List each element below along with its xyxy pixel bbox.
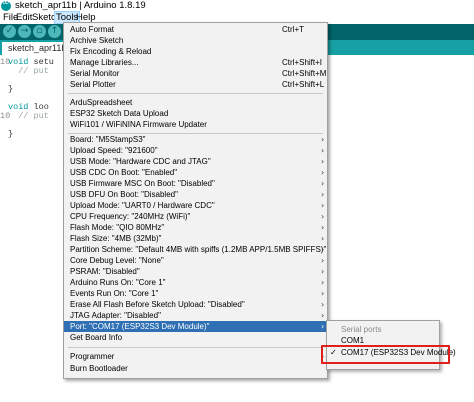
menu-item-serial-monitor[interactable]: Serial Monitor Ctrl+Shift+M bbox=[64, 68, 327, 79]
chevron-right-icon: › bbox=[321, 267, 325, 276]
chevron-right-icon: › bbox=[321, 289, 325, 298]
menu-item-port[interactable]: Port: "COM17 (ESP32S3 Dev Module)" › bbox=[64, 321, 327, 332]
menu-item-upload-speed[interactable]: Upload Speed: "921600" › bbox=[64, 145, 327, 156]
chevron-right-icon: › bbox=[321, 256, 325, 265]
menu-item-flash-size[interactable]: Flash Size: "4MB (32Mb)" › bbox=[64, 233, 327, 244]
new-file-icon: ▫ bbox=[36, 26, 43, 36]
code-text: } bbox=[8, 129, 14, 139]
menu-item-programmer[interactable]: Programmer › bbox=[64, 351, 327, 362]
menu-item-usb-dfu-on-boot[interactable]: USB DFU On Boot: "Disabled" › bbox=[64, 189, 327, 200]
check-icon: ✓ bbox=[5, 26, 14, 36]
window-title: sketch_apr11b | Arduino 1.8.19 bbox=[15, 0, 146, 11]
title-bar: sketch_apr11b | Arduino 1.8.19 bbox=[0, 0, 474, 12]
menu-item-serial-plotter[interactable]: Serial Plotter Ctrl+Shift+L bbox=[64, 79, 327, 90]
tools-menu: Auto Format Ctrl+T Archive Sketch Fix Enc… bbox=[63, 22, 328, 379]
tab-sketch[interactable]: sketch_apr11b bbox=[2, 42, 73, 55]
chevron-right-icon: › bbox=[321, 157, 325, 166]
menu-item-psram[interactable]: PSRAM: "Disabled" › bbox=[64, 266, 327, 277]
menu-item-jtag-adapter[interactable]: JTAG Adapter: "Disabled" › bbox=[64, 310, 327, 321]
menu-item-auto-format[interactable]: Auto Format Ctrl+T bbox=[64, 24, 327, 35]
menu-item-archive-sketch[interactable]: Archive Sketch bbox=[64, 35, 327, 46]
submenu-header: Serial ports bbox=[341, 325, 382, 334]
menu-item-flash-mode[interactable]: Flash Mode: "QIO 80MHz" › bbox=[64, 222, 327, 233]
code-line: } bbox=[8, 130, 13, 139]
chevron-right-icon: › bbox=[321, 190, 325, 199]
chevron-right-icon: › bbox=[321, 135, 325, 144]
menu-item-manage-libraries[interactable]: Manage Libraries... Ctrl+Shift+I bbox=[64, 57, 327, 68]
code-comment: // put bbox=[8, 66, 49, 76]
menu-item-arduspreadsheet[interactable]: ArduSpreadsheet bbox=[64, 97, 327, 108]
chevron-right-icon: › bbox=[321, 322, 325, 331]
chevron-right-icon: › bbox=[321, 278, 325, 287]
menu-item-upload-mode[interactable]: Upload Mode: "UART0 / Hardware CDC" › bbox=[64, 200, 327, 211]
menu-item-core-debug-level[interactable]: Core Debug Level: "None" › bbox=[64, 255, 327, 266]
menu-item-wifi-firmware-updater[interactable]: WiFi101 / WiFiNINA Firmware Updater bbox=[64, 119, 327, 130]
annotation-highlight-box bbox=[321, 345, 450, 364]
open-button[interactable]: ↑ bbox=[48, 25, 61, 38]
chevron-right-icon: › bbox=[321, 300, 325, 309]
chevron-right-icon: › bbox=[321, 245, 325, 254]
line-gutter bbox=[0, 55, 7, 402]
chevron-right-icon: › bbox=[321, 179, 325, 188]
menu-item-usb-cdc-on-boot[interactable]: USB CDC On Boot: "Enabled" › bbox=[64, 167, 327, 178]
chevron-right-icon: › bbox=[321, 146, 325, 155]
code-line: } bbox=[8, 85, 13, 94]
arrow-right-icon: → bbox=[20, 26, 29, 36]
menu-separator bbox=[68, 347, 323, 348]
menu-item-board[interactable]: Board: "M5StampS3" › bbox=[64, 134, 327, 145]
menu-item-burn-bootloader[interactable]: Burn Bootloader bbox=[64, 363, 327, 374]
chevron-right-icon: › bbox=[321, 212, 325, 221]
upload-button[interactable]: → bbox=[18, 25, 31, 38]
code-text: } bbox=[8, 84, 14, 94]
chevron-right-icon: › bbox=[321, 201, 325, 210]
chevron-right-icon: › bbox=[321, 234, 325, 243]
code-comment: // put bbox=[8, 111, 49, 121]
chevron-right-icon: › bbox=[321, 168, 325, 177]
arduino-logo-icon bbox=[1, 0, 11, 11]
code-line: // put bbox=[8, 67, 49, 76]
menu-item-partition-scheme[interactable]: Partition Scheme: "Default 4MB with spif… bbox=[64, 244, 327, 255]
menu-item-events-run-on[interactable]: Events Run On: "Core 1" › bbox=[64, 288, 327, 299]
menu-item-esp32-data-upload[interactable]: ESP32 Sketch Data Upload bbox=[64, 108, 327, 119]
verify-button[interactable]: ✓ bbox=[3, 25, 16, 38]
menu-item-get-board-info[interactable]: Get Board Info bbox=[64, 332, 327, 343]
chevron-right-icon: › bbox=[321, 311, 325, 320]
menu-item-erase-flash[interactable]: Erase All Flash Before Sketch Upload: "D… bbox=[64, 299, 327, 310]
menu-item-usb-mode[interactable]: USB Mode: "Hardware CDC and JTAG" › bbox=[64, 156, 327, 167]
open-icon: ↑ bbox=[50, 26, 59, 36]
menu-item-usb-msc-on-boot[interactable]: USB Firmware MSC On Boot: "Disabled" › bbox=[64, 178, 327, 189]
chevron-right-icon: › bbox=[321, 223, 325, 232]
menu-separator bbox=[68, 93, 323, 94]
menu-item-arduino-runs-on[interactable]: Arduino Runs On: "Core 1" › bbox=[64, 277, 327, 288]
menu-item-cpu-frequency[interactable]: CPU Frequency: "240MHz (WiFi)" › bbox=[64, 211, 327, 222]
code-line: // put bbox=[8, 112, 49, 121]
menu-item-fix-encoding[interactable]: Fix Encoding & Reload bbox=[64, 46, 327, 57]
new-button[interactable]: ▫ bbox=[33, 25, 46, 38]
